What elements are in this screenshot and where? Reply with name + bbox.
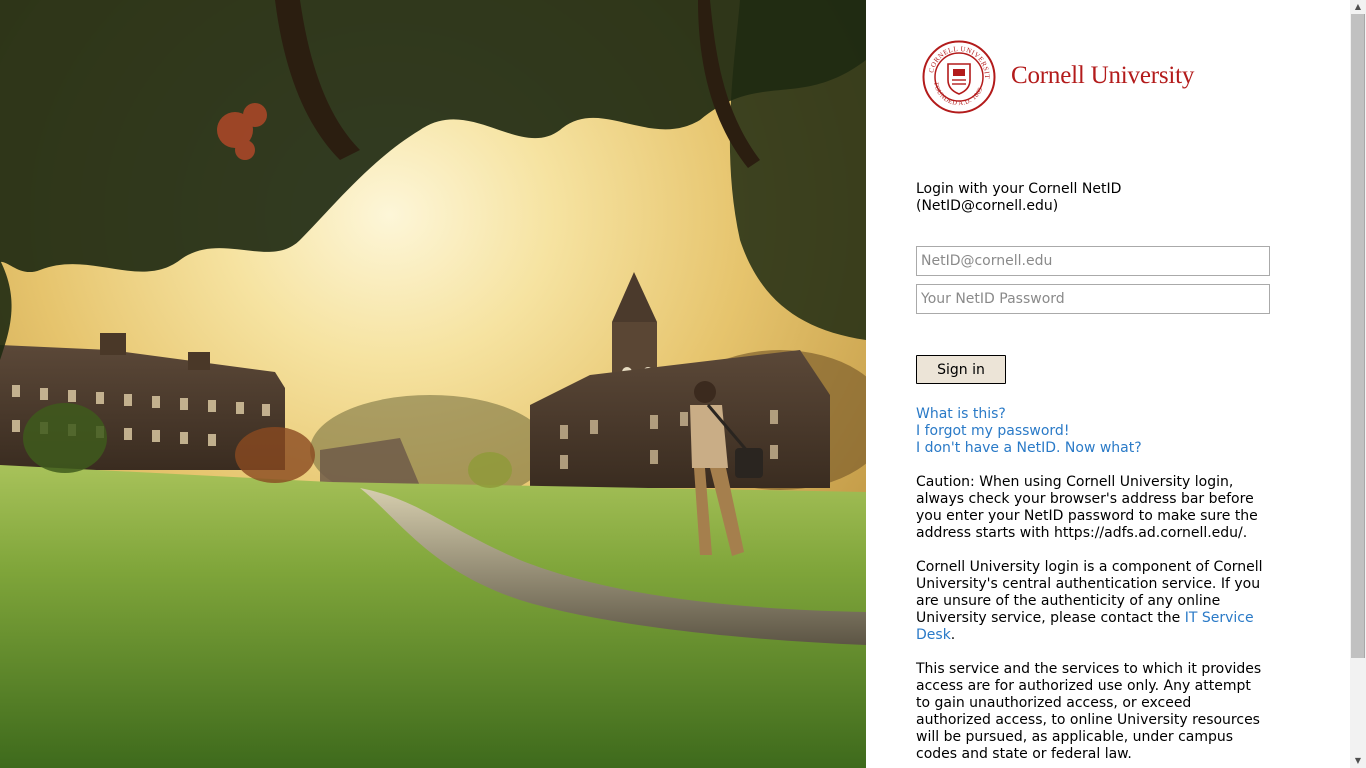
what-is-this-link[interactable]: What is this?	[916, 406, 1142, 423]
scrollbar-thumb[interactable]	[1351, 14, 1365, 658]
caution-notice: Caution: When using Cornell University l…	[916, 474, 1258, 541]
campus-photo	[0, 0, 866, 768]
scroll-up-arrow-icon[interactable]: ▲	[1350, 0, 1366, 12]
login-intro: Login with your Cornell NetID (NetID@cor…	[916, 181, 1122, 214]
login-notices: Caution: When using Cornell University l…	[916, 474, 1266, 768]
password-input[interactable]	[916, 284, 1270, 314]
login-panel: CORNELL UNIVERSITY FOUNDED A.D. 1865 Cor…	[866, 0, 1350, 768]
authorized-use-notice: This service and the services to which i…	[916, 661, 1262, 762]
scroll-down-arrow-icon[interactable]: ▼	[1350, 754, 1366, 766]
component-notice: Cornell University login is a component …	[916, 559, 1266, 644]
component-end: .	[950, 627, 956, 643]
help-links: What is this? I forgot my password! I do…	[916, 406, 1142, 457]
university-name: Cornell University	[1011, 62, 1195, 89]
cornell-seal-icon: CORNELL UNIVERSITY FOUNDED A.D. 1865	[922, 40, 996, 114]
no-netid-link[interactable]: I don't have a NetID. Now what?	[916, 440, 1142, 457]
sign-in-button[interactable]: Sign in	[916, 355, 1006, 384]
brand-header: CORNELL UNIVERSITY FOUNDED A.D. 1865 Cor…	[922, 40, 1194, 114]
forgot-password-link[interactable]: I forgot my password!	[916, 423, 1142, 440]
page-scrollbar[interactable]: ▲ ▼	[1350, 0, 1366, 768]
netid-input[interactable]	[916, 246, 1270, 276]
